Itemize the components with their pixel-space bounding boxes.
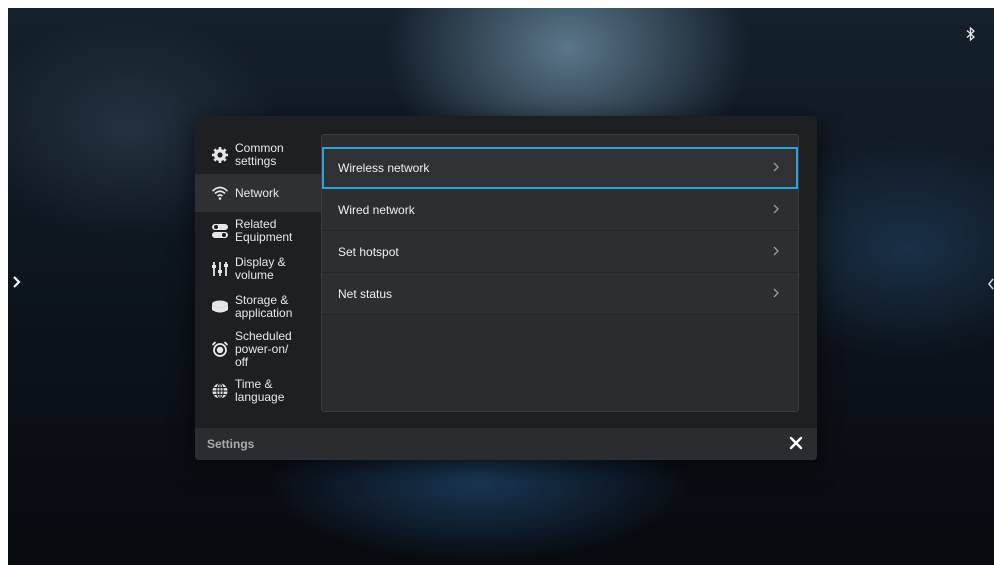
- wired-network-item[interactable]: Wired network: [322, 189, 798, 231]
- sidebar-item-display-volume[interactable]: Display & volume: [195, 250, 321, 288]
- expand-right-arrow-icon[interactable]: [988, 278, 994, 290]
- net-status-label: Net status: [338, 286, 393, 301]
- chevron-right-icon: [773, 204, 779, 214]
- expand-left-arrow-icon[interactable]: [12, 274, 22, 290]
- sidebar-item-label: Scheduled power-on/ off: [235, 328, 292, 369]
- sidebar-item-label: Common settings: [235, 141, 284, 168]
- sidebar-item-label: Network: [235, 185, 280, 200]
- set-hotspot-item[interactable]: Set hotspot: [322, 231, 798, 273]
- wired-network-label: Wired network: [338, 202, 415, 217]
- sidebar-item-common-settings[interactable]: Common settings: [195, 136, 321, 174]
- chevron-right-icon: [773, 162, 779, 172]
- sidebar-item-related-equipment[interactable]: Related Equipment: [195, 212, 321, 250]
- chevron-right-icon: [773, 246, 779, 256]
- close-icon[interactable]: [789, 436, 803, 450]
- settings-dialog: Common settings Network Related Equipmen…: [195, 116, 817, 460]
- dialog-footer: Settings: [195, 428, 817, 460]
- alarm-clock-icon: [211, 341, 229, 357]
- gear-icon: [212, 147, 228, 163]
- sidebar-item-network[interactable]: Network: [195, 174, 321, 212]
- net-status-item[interactable]: Net status: [322, 273, 798, 315]
- sidebar-item-storage-application[interactable]: Storage & application: [195, 288, 321, 326]
- desktop-background: Common settings Network Related Equipmen…: [8, 8, 994, 565]
- sidebar-item-scheduled-power[interactable]: Scheduled power-on/ off: [195, 326, 321, 372]
- bluetooth-icon[interactable]: [964, 26, 978, 42]
- wireless-network-item[interactable]: Wireless network: [322, 147, 798, 189]
- network-settings-panel: Wireless network Wired network Set hotsp…: [321, 134, 799, 412]
- sliders-icon: [212, 262, 228, 276]
- storage-icon: [212, 300, 228, 313]
- sidebar-item-label: Time & language: [235, 377, 285, 404]
- toggle-icon: [212, 224, 228, 238]
- globe-icon: [212, 382, 228, 400]
- wifi-icon: [211, 186, 229, 200]
- sidebar-item-label: Storage & application: [235, 293, 293, 320]
- settings-sidebar: Common settings Network Related Equipmen…: [195, 136, 321, 410]
- panel-top-spacer: [322, 135, 798, 147]
- set-hotspot-label: Set hotspot: [338, 244, 399, 259]
- wireless-network-label: Wireless network: [338, 160, 430, 175]
- sidebar-item-time-language[interactable]: Time & language: [195, 372, 321, 410]
- sidebar-item-label: Display & volume: [235, 255, 286, 282]
- dialog-title: Settings: [207, 437, 255, 451]
- sidebar-item-label: Related Equipment: [235, 217, 293, 244]
- chevron-right-icon: [773, 288, 779, 298]
